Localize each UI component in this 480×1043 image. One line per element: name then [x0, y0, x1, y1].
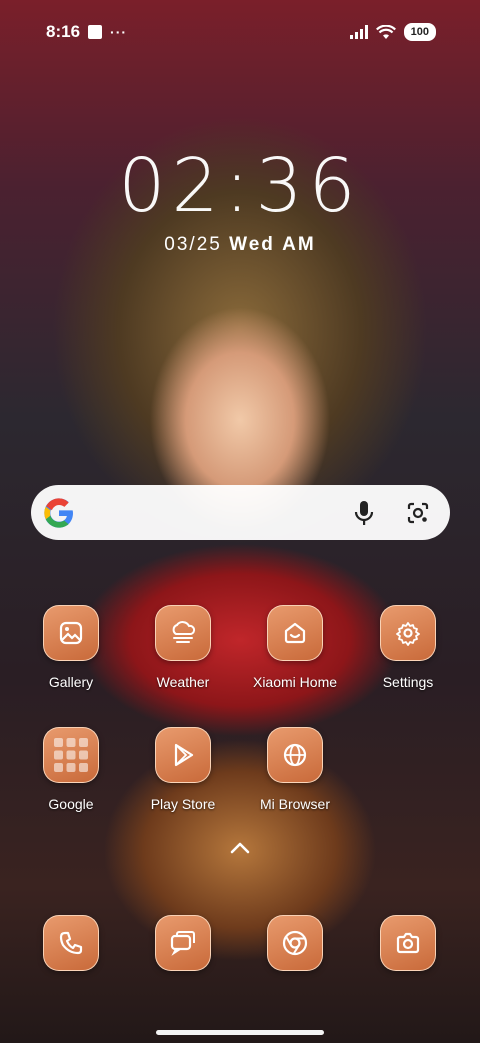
app-google-folder[interactable]: Google: [16, 727, 126, 812]
clock-time: 02:36: [118, 143, 362, 229]
microphone-icon[interactable]: [350, 499, 378, 527]
app-label: Settings: [382, 674, 434, 690]
gallery-icon: [43, 605, 99, 661]
camera-lens-icon[interactable]: [404, 499, 432, 527]
date-text: 03/25: [164, 234, 222, 255]
wifi-icon: [375, 24, 396, 39]
app-label: Play Store: [150, 796, 216, 812]
battery-indicator: 100: [403, 23, 436, 41]
clock-date: 03/25 Wed AM: [0, 234, 480, 256]
status-bar: 8:16 ··· 100: [0, 0, 480, 64]
phone-icon: [43, 915, 99, 971]
google-g-icon: [44, 497, 73, 528]
dock-messages[interactable]: [128, 915, 238, 971]
app-label: Xiaomi Home: [252, 674, 338, 690]
dock-phone[interactable]: [16, 915, 126, 971]
chevron-up-icon[interactable]: [228, 838, 252, 858]
app-weather[interactable]: Weather: [128, 605, 238, 690]
notification-icon: [88, 25, 103, 39]
app-play-store[interactable]: Play Store: [128, 727, 238, 812]
play-store-icon: [155, 727, 211, 783]
app-label: Gallery: [48, 674, 94, 690]
home-icon: [267, 605, 323, 661]
status-time: 8:16: [46, 22, 81, 41]
dock-chrome[interactable]: [240, 915, 350, 971]
chrome-icon: [267, 915, 323, 971]
clock-widget[interactable]: 02:36 03/25 Wed AM: [0, 146, 480, 256]
gear-icon: [380, 605, 436, 661]
ampm-text: AM: [282, 234, 316, 255]
google-search-bar[interactable]: [31, 485, 450, 540]
app-settings[interactable]: Settings: [353, 605, 463, 690]
signal-icon: [349, 25, 368, 39]
app-xiaomi-home[interactable]: Xiaomi Home: [240, 605, 350, 690]
app-folder-icon: [43, 727, 99, 783]
app-label: Mi Browser: [259, 796, 330, 812]
gesture-nav-bar[interactable]: [156, 1030, 324, 1035]
app-label: Google: [48, 796, 94, 812]
dock-camera[interactable]: [353, 915, 463, 971]
app-mi-browser[interactable]: Mi Browser: [240, 727, 350, 812]
weekday-text: Wed: [229, 234, 275, 255]
messages-icon: [155, 915, 211, 971]
app-label: Weather: [156, 674, 210, 690]
camera-icon: [380, 915, 436, 971]
more-notifications-icon: ···: [110, 24, 128, 40]
weather-icon: [155, 605, 211, 661]
app-gallery[interactable]: Gallery: [16, 605, 126, 690]
globe-icon: [267, 727, 323, 783]
